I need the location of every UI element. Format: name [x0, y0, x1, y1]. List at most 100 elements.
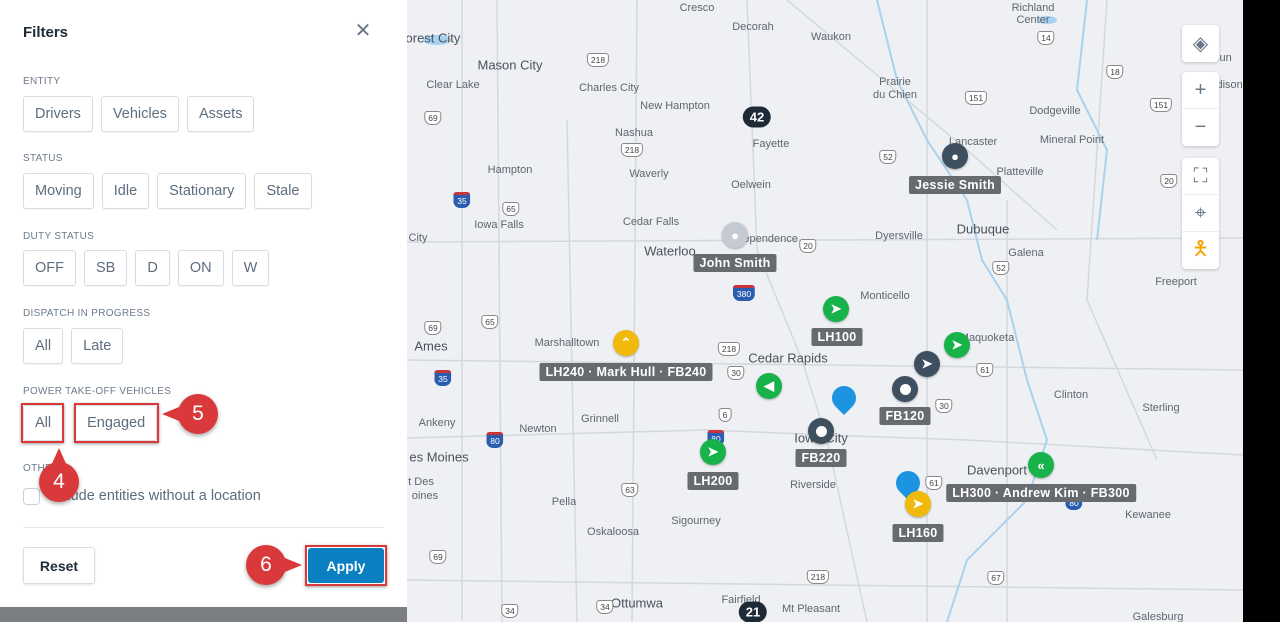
filter-dispatch-late[interactable]: Late: [71, 328, 124, 364]
filter-on[interactable]: ON: [177, 250, 224, 286]
navigation-arrow-icon[interactable]: ➤: [823, 296, 849, 322]
idle-arrow-icon[interactable]: ⌃: [613, 330, 639, 356]
town-label: Oelwein: [731, 179, 771, 191]
town-label: Freeport: [1155, 276, 1197, 288]
town-label: Galesburg: [1132, 611, 1184, 622]
town-label: Center: [1016, 14, 1050, 26]
town-label: Hampton: [487, 164, 533, 176]
town-label: Ames: [414, 338, 448, 354]
filter-stationary[interactable]: Stationary: [157, 173, 247, 209]
navigation-arrow-icon[interactable]: ➤: [700, 439, 726, 465]
fullscreen-icon[interactable]: ⛶: [1182, 158, 1219, 195]
driver-avatar-icon[interactable]: ●: [942, 143, 968, 169]
include-no-location-checkbox[interactable]: [23, 488, 40, 505]
town-label: du Chien: [872, 89, 918, 101]
route-shield: 18: [1106, 65, 1124, 79]
filter-w[interactable]: W: [231, 250, 270, 286]
filter-dispatch-all[interactable]: All: [23, 328, 64, 364]
navigation-arrow-icon[interactable]: ➤: [944, 332, 970, 358]
zoom-in-icon[interactable]: +: [1182, 72, 1219, 109]
filter-off[interactable]: OFF: [23, 250, 76, 286]
filter-stale[interactable]: Stale: [254, 173, 312, 209]
route-shield: 35: [434, 370, 452, 386]
town-label: oines: [411, 490, 439, 502]
route-shield: 218: [717, 342, 741, 356]
town-label: Clinton: [1053, 389, 1089, 401]
filter-assets[interactable]: Assets: [186, 96, 255, 132]
town-label: Davenport: [967, 462, 1027, 478]
layers-icon[interactable]: ◈: [1182, 25, 1219, 62]
town-label: Mt Pleasant: [781, 603, 841, 615]
route-shield: 218: [586, 53, 610, 67]
town-label: Waukon: [811, 31, 851, 43]
map[interactable]: Cresco Decorah Waukon RichlandCenter Forest …: [407, 0, 1243, 622]
layers-control: ◈: [1182, 25, 1219, 62]
divider: [23, 527, 384, 528]
stationary-marker-icon[interactable]: [892, 376, 918, 402]
filters-panel: Filters ✕ ENTITY Drivers Vehicles Assets…: [0, 0, 407, 607]
filter-drivers[interactable]: Drivers: [23, 96, 93, 132]
filter-idle[interactable]: Idle: [101, 173, 150, 209]
filter-moving[interactable]: Moving: [23, 173, 94, 209]
marker-label[interactable]: LH200: [687, 472, 739, 490]
reset-button[interactable]: Reset: [23, 547, 95, 584]
town-label: Cedar Rapids: [748, 350, 828, 366]
close-icon[interactable]: ✕: [354, 21, 372, 41]
route-shield: 34: [596, 600, 614, 614]
town-label: Monticello: [860, 290, 910, 302]
marker-label[interactable]: LH240 · Mark Hull · FB240: [539, 363, 713, 381]
town-label: Waverly: [629, 168, 669, 180]
town-label: Ottumwa: [610, 595, 664, 611]
locate-icon[interactable]: ⌖: [1182, 195, 1219, 232]
route-shield: 63: [621, 483, 639, 497]
town-label: Fayette: [752, 138, 790, 150]
street-view-icon[interactable]: 🯅: [1182, 232, 1219, 269]
include-no-location-label: Include entities without a location: [48, 488, 261, 504]
section-duty-label: DUTY STATUS: [23, 231, 95, 242]
filter-d[interactable]: D: [135, 250, 170, 286]
status-options: Moving Idle Stationary Stale: [23, 173, 312, 209]
route-shield: 6: [718, 408, 732, 422]
driver-avatar-icon[interactable]: ●: [722, 222, 748, 248]
marker-label[interactable]: John Smith: [693, 254, 777, 272]
callout-6: 6: [246, 545, 302, 585]
route-shield: 34: [501, 604, 519, 618]
callout-4: 4: [39, 448, 79, 502]
navigation-arrow-icon[interactable]: ◀: [756, 373, 782, 399]
cluster-badge[interactable]: 21: [738, 601, 768, 622]
town-label: Prairie: [879, 76, 911, 88]
marker-label[interactable]: FB220: [795, 449, 847, 467]
marker-label[interactable]: FB120: [879, 407, 931, 425]
stationary-marker-icon[interactable]: [808, 418, 834, 444]
town-label: Pella: [551, 496, 577, 508]
town-label: Dubuque: [956, 221, 1010, 237]
town-label: Sterling: [1142, 402, 1180, 414]
town-label: Mineral Point: [1039, 134, 1105, 146]
marker-label[interactable]: LH300 · Andrew Kim · FB300: [946, 484, 1136, 502]
marker-label[interactable]: LH100: [811, 328, 863, 346]
marker-label[interactable]: Jessie Smith: [908, 176, 1002, 194]
town-label: Kewanee: [1125, 509, 1171, 521]
route-shield: 65: [481, 315, 499, 329]
town-label: t Des: [408, 476, 434, 488]
view-controls: ⛶ ⌖ 🯅: [1182, 158, 1219, 269]
route-shield: 69: [424, 321, 442, 335]
cluster-badge[interactable]: 42: [742, 106, 772, 128]
idle-arrow-icon[interactable]: ➤: [905, 491, 931, 517]
black-border: [1243, 0, 1280, 622]
panel-footer-bar: [0, 607, 407, 622]
town-label: Waterloo: [644, 243, 696, 259]
route-shield: 151: [964, 91, 988, 105]
town-label: Dodgeville: [1029, 105, 1081, 117]
navigation-arrow-icon[interactable]: ➤: [914, 351, 940, 377]
route-shield: 65: [502, 202, 520, 216]
filter-sb[interactable]: SB: [84, 250, 128, 286]
section-pto-label: POWER TAKE-OFF VEHICLES: [23, 386, 172, 397]
town-label: Mason City: [477, 57, 543, 73]
route-shield: 35: [453, 192, 471, 208]
filter-vehicles[interactable]: Vehicles: [100, 96, 179, 132]
zoom-out-icon[interactable]: −: [1182, 109, 1219, 146]
route-shield: 52: [879, 150, 897, 164]
navigation-arrow-icon[interactable]: «: [1028, 452, 1054, 478]
marker-label[interactable]: LH160: [892, 524, 944, 542]
